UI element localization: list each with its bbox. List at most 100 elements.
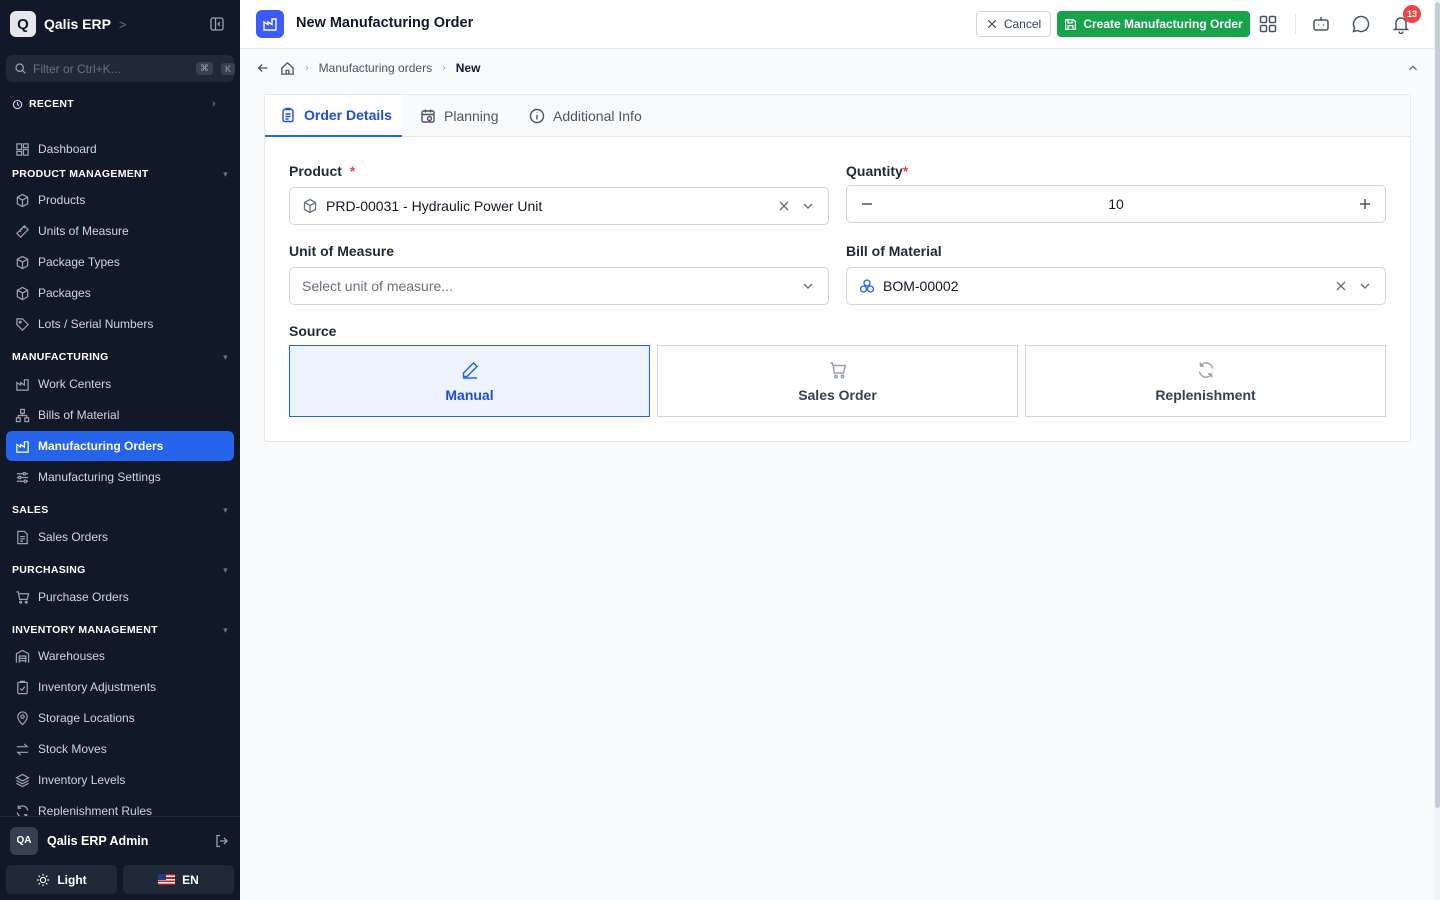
sidebar-item-purchase-orders[interactable]: Purchase Orders: [6, 582, 234, 612]
clipboard-check-icon: [15, 680, 30, 695]
dashboard-icon: [15, 142, 30, 157]
sidebar-item-inventory-levels[interactable]: Inventory Levels: [6, 765, 234, 795]
chevron-up-icon[interactable]: [1406, 61, 1420, 75]
map-pin-icon: [15, 710, 30, 726]
tab-additional-info[interactable]: Additional Info: [529, 95, 642, 137]
section-label: PURCHASING: [12, 564, 86, 576]
breadcrumb: › Manufacturing orders › New: [256, 58, 480, 78]
factory-icon: [256, 10, 284, 38]
sidebar-item-manufacturing-orders[interactable]: Manufacturing Orders: [6, 431, 234, 461]
chevron-down-icon[interactable]: [800, 198, 816, 214]
sidebar-item-lots-serial-numbers[interactable]: Lots / Serial Numbers: [6, 309, 234, 339]
sun-icon: [36, 873, 50, 887]
sidebar-item-package-types[interactable]: Package Types: [6, 247, 234, 277]
uom-select[interactable]: Select unit of measure...: [289, 267, 829, 305]
tag-icon: [15, 317, 30, 332]
bot-icon[interactable]: [1311, 14, 1331, 34]
sidebar-item-inventory-adjustments[interactable]: Inventory Adjustments: [6, 672, 234, 702]
sidebar-collapse-icon[interactable]: [209, 16, 225, 32]
user-profile[interactable]: QA Qalis ERP Admin: [0, 816, 240, 864]
chevron-right-icon: >: [118, 16, 127, 32]
minus-icon[interactable]: [859, 196, 875, 212]
scrollbar-thumb[interactable]: [1435, 2, 1440, 808]
section-inventory-management[interactable]: INVENTORY MANAGEMENT ▾: [12, 624, 228, 636]
chevron-down-icon: ▾: [223, 168, 228, 179]
sidebar-item-work-centers[interactable]: Work Centers: [6, 369, 234, 399]
apps-grid-icon[interactable]: [1258, 14, 1278, 34]
sidebar-item-warehouses[interactable]: Warehouses: [6, 641, 234, 671]
back-arrow-icon[interactable]: [256, 61, 270, 75]
sidebar-filter[interactable]: ⌘ K: [6, 55, 236, 82]
cancel-label: Cancel: [1003, 17, 1042, 31]
tab-label: Planning: [444, 108, 499, 124]
section-manufacturing[interactable]: MANUFACTURING ▾: [12, 351, 228, 363]
source-option-sales-order[interactable]: Sales Order: [657, 345, 1018, 417]
save-icon: [1064, 18, 1077, 31]
user-name: Qalis ERP Admin: [47, 833, 149, 848]
sidebar-item-packages[interactable]: Packages: [6, 278, 234, 308]
required-marker: *: [349, 163, 356, 179]
sidebar-item-units-of-measure[interactable]: Units of Measure: [6, 216, 234, 246]
sidebar-item-storage-locations[interactable]: Storage Locations: [6, 703, 234, 733]
product-select[interactable]: PRD-00031 - Hydraulic Power Unit: [289, 187, 829, 225]
create-manufacturing-order-button[interactable]: Create Manufacturing Order: [1057, 11, 1250, 37]
sidebar: Q Qalis ERP > ⌘ K RECENT › Dashboard PRO…: [0, 0, 240, 900]
breadcrumb-parent[interactable]: Manufacturing orders: [319, 61, 432, 75]
section-purchasing[interactable]: PURCHASING ▾: [12, 564, 228, 576]
section-product-management[interactable]: PRODUCT MANAGEMENT ▾: [12, 168, 228, 180]
search-icon: [14, 62, 27, 75]
package-icon: [15, 286, 30, 301]
info-icon: [529, 108, 545, 124]
tab-planning[interactable]: Planning: [420, 95, 499, 137]
sidebar-item-label: Storage Locations: [38, 711, 135, 725]
tab-label: Additional Info: [553, 108, 642, 124]
chevron-down-icon[interactable]: [1357, 278, 1373, 294]
bom-label: Bill of Material: [846, 243, 942, 259]
chat-icon[interactable]: [1351, 14, 1371, 34]
quantity-label-text: Quantity: [846, 163, 903, 179]
sidebar-item-manufacturing-settings[interactable]: Manufacturing Settings: [6, 462, 234, 492]
clear-icon[interactable]: [1333, 278, 1349, 294]
app-name: Qalis ERP: [44, 16, 111, 32]
required-marker: *: [902, 163, 909, 179]
pencil-icon: [460, 360, 480, 380]
source-option-label: Manual: [445, 386, 494, 403]
box-icon: [15, 255, 30, 270]
tab-order-details[interactable]: Order Details: [265, 95, 402, 137]
home-icon[interactable]: [280, 61, 295, 76]
sliders-icon: [15, 470, 30, 485]
source-option-label: Replenishment: [1155, 386, 1256, 403]
app-switcher[interactable]: Q Qalis ERP >: [10, 10, 127, 38]
sidebar-item-replenishment-rules[interactable]: Replenishment Rules: [6, 796, 234, 816]
sidebar-item-label: Warehouses: [38, 649, 105, 663]
cart-icon: [828, 360, 848, 380]
cancel-button[interactable]: Cancel: [976, 11, 1051, 37]
theme-label: Light: [57, 872, 87, 887]
source-option-replenishment[interactable]: Replenishment: [1025, 345, 1386, 417]
refresh-icon: [15, 804, 30, 816]
quantity-stepper[interactable]: 10: [846, 185, 1386, 223]
chevron-down-icon[interactable]: [800, 278, 816, 294]
logout-icon[interactable]: [214, 833, 230, 849]
clear-icon[interactable]: [776, 198, 792, 214]
theme-toggle-button[interactable]: Light: [6, 865, 117, 894]
language-button[interactable]: EN: [123, 865, 234, 894]
sidebar-item-sales-orders[interactable]: Sales Orders: [6, 522, 234, 552]
cart-icon: [15, 590, 30, 605]
sidebar-item-dashboard[interactable]: Dashboard: [6, 134, 234, 164]
filter-input[interactable]: [33, 61, 188, 76]
recent-section-toggle[interactable]: RECENT ›: [12, 98, 216, 110]
source-option-manual[interactable]: Manual: [289, 345, 650, 417]
sidebar-item-products[interactable]: Products: [6, 185, 234, 215]
page-header: New Manufacturing Order Cancel Create Ma…: [240, 0, 1434, 49]
quantity-value[interactable]: 10: [875, 196, 1357, 212]
section-sales[interactable]: SALES ▾: [12, 504, 228, 516]
breadcrumb-current: New: [455, 61, 481, 75]
plus-icon[interactable]: [1357, 196, 1373, 212]
section-label: PRODUCT MANAGEMENT: [12, 168, 149, 180]
sidebar-item-bills-of-material[interactable]: Bills of Material: [6, 400, 234, 430]
bom-select[interactable]: BOM-00002: [846, 267, 1386, 305]
components-icon: [859, 278, 875, 294]
sidebar-item-stock-moves[interactable]: Stock Moves: [6, 734, 234, 764]
app-logo: Q: [10, 11, 36, 37]
